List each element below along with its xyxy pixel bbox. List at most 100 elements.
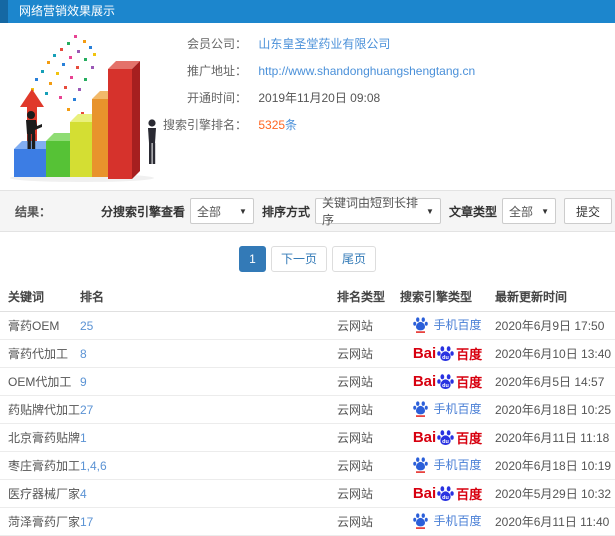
table-row: 膏药OEM 25 云网站 手机百度 Bai [0, 312, 615, 340]
table-header-row: 关键词 排名 排名类型 搜索引擎类型 最新更新时间 [0, 282, 615, 312]
mobile-baidu-logo: 手机百度 [413, 512, 482, 529]
bar-red [108, 61, 140, 179]
rank-type-cell: 云网站 [337, 459, 374, 473]
search-engine-cell: 手机百度 Bai du 百度 [400, 368, 495, 396]
open-time-label: 开通时间： [186, 91, 247, 105]
pagination: 1 下一页 尾页 [0, 246, 615, 272]
table-row: OEM代加工 9 云网站 手机百度 Bai [0, 368, 615, 396]
baidu-paw-icon: du [437, 430, 454, 445]
table-row: 北京膏药贴牌 1 云网站 手机百度 Bai [0, 424, 615, 452]
rank-link[interactable]: 8 [80, 347, 87, 361]
baidu-logo-suffix-text: 百度 [456, 487, 483, 502]
submit-button[interactable]: 提交 [563, 198, 612, 224]
baidu-logo-du-text: du [442, 355, 449, 361]
baidu-logo-suffix-text: 百度 [456, 375, 483, 390]
rank-type-cell: 云网站 [337, 403, 374, 417]
rank-link[interactable]: 4 [80, 487, 87, 501]
baidu-paw-icon [413, 512, 429, 529]
rank-link[interactable]: 1 [80, 431, 87, 445]
rank-link[interactable]: 17 [80, 515, 93, 529]
search-engine-cell: 手机百度 Bai du 百度 [400, 508, 495, 536]
keyword-cell: OEM代加工 [8, 375, 72, 389]
mobile-baidu-logo: 手机百度 [413, 400, 482, 417]
baidu-logo: Bai du 百度 [413, 372, 482, 391]
mobile-baidu-label: 手机百度 [433, 317, 482, 332]
sort-select[interactable]: 关键词由短到长排序 ▼ [314, 196, 441, 227]
rank-cell: 8 [80, 340, 337, 368]
rank-count-number: 5325 [258, 118, 286, 132]
page-titlebar: 网络营销效果展示 [0, 0, 615, 23]
keyword-cell: 膏药代加工 [8, 347, 69, 361]
member-company-label: 会员公司： [186, 37, 247, 51]
keyword-cell: 医疗器械厂家 [8, 487, 81, 501]
next-page-button[interactable]: 下一页 [270, 246, 327, 272]
rank-cell: 17 [80, 508, 337, 536]
search-engine-cell: 手机百度 Bai du 百度 [400, 480, 495, 508]
mobile-baidu-label: 手机百度 [433, 401, 482, 416]
article-type-label: 文章类型 [448, 204, 497, 219]
page-button-current[interactable]: 1 [238, 246, 266, 272]
rank-link[interactable]: 9 [80, 375, 87, 389]
rank-cell: 1 [80, 424, 337, 452]
open-time-value: 2019年11月20日 09:08 [258, 91, 381, 105]
updated-cell: 2020年6月10日 13:40 [495, 347, 612, 361]
mobile-baidu-label: 手机百度 [433, 513, 482, 528]
search-engine-cell: 手机百度 Bai du 百度 [400, 340, 495, 368]
col-header-engine-type: 搜索引擎类型 [400, 290, 473, 304]
rank-link[interactable]: 1,4,6 [80, 459, 107, 473]
rank-cell: 9 [80, 368, 337, 396]
keyword-cell: 药贴牌代加工 [8, 403, 81, 417]
rank-cell: 4 [80, 480, 337, 508]
rank-cell: 25 [80, 312, 337, 340]
search-engine-cell: 手机百度 Bai du 百度 [400, 452, 495, 480]
search-engine-cell: 手机百度 Bai du 百度 [400, 312, 495, 340]
rank-type-cell: 云网站 [337, 431, 374, 445]
engine-filter-select[interactable]: 全部 ▼ [189, 198, 254, 224]
engine-filter-selected-value: 全部 [196, 204, 221, 219]
member-company-link[interactable]: 山东皇圣堂药业有限公司 [258, 37, 390, 51]
rank-link[interactable]: 25 [80, 319, 93, 333]
baidu-logo-bai-text: Bai [412, 429, 437, 446]
rank-cell: 1,4,6 [80, 452, 337, 480]
table-row: 医疗器械厂家 4 云网站 手机百度 Bai [0, 480, 615, 508]
col-header-updated: 最新更新时间 [495, 290, 568, 304]
chevron-down-icon: ▼ [426, 206, 434, 216]
confetti-dots [31, 35, 96, 123]
member-info-section: 会员公司： 山东皇圣堂药业有限公司 推广地址： http://www.shand… [0, 23, 615, 190]
article-type-select[interactable]: 全部 ▼ [501, 198, 556, 224]
filter-controls: 分搜索引擎查看 全部 ▼ 排序方式 关键词由短到长排序 ▼ 文章类型 全部 ▼ … [93, 196, 612, 227]
member-info-rows: 会员公司： 山东皇圣堂药业有限公司 推广地址： http://www.shand… [142, 31, 475, 139]
member-company-row: 会员公司： 山东皇圣堂药业有限公司 [142, 31, 475, 58]
updated-cell: 2020年6月11日 11:18 [495, 431, 610, 445]
engine-filter-label: 分搜索引擎查看 [100, 204, 185, 219]
baidu-logo-bai-text: Bai [412, 485, 437, 502]
filter-bar: 结果： 分搜索引擎查看 全部 ▼ 排序方式 关键词由短到长排序 ▼ 文章类型 全… [0, 190, 615, 232]
rank-link[interactable]: 27 [80, 403, 93, 417]
mobile-baidu-logo: 手机百度 [413, 456, 482, 473]
rank-type-cell: 云网站 [337, 319, 374, 333]
sort-selected-value: 关键词由短到长排序 [321, 196, 418, 227]
promo-url-link[interactable]: http://www.shandonghuangshengtang.cn [258, 64, 475, 78]
baidu-paw-icon [413, 456, 429, 473]
table-row: 膏药代加工 8 云网站 手机百度 Bai [0, 340, 615, 368]
keyword-cell: 枣庄膏药加工 [8, 459, 81, 473]
article-type-selected-value: 全部 [508, 204, 533, 219]
baidu-logo: Bai du 百度 [413, 428, 482, 447]
baidu-paw-icon [413, 400, 429, 417]
chevron-down-icon: ▼ [239, 206, 247, 216]
sort-label: 排序方式 [261, 204, 310, 219]
baidu-logo-du-text: du [442, 439, 449, 445]
baidu-paw-icon: du [437, 374, 454, 389]
last-page-button[interactable]: 尾页 [332, 246, 377, 272]
promo-url-row: 推广地址： http://www.shandonghuangshengtang.… [142, 58, 475, 85]
updated-cell: 2020年6月11日 11:40 [495, 515, 610, 529]
keyword-cell: 菏泽膏药厂家 [8, 515, 81, 529]
col-header-rank: 排名 [80, 290, 105, 304]
baidu-logo-suffix-text: 百度 [456, 347, 483, 362]
baidu-paw-icon [413, 316, 429, 333]
table-row: 枣庄膏药加工 1,4,6 云网站 手机百度 Bai [0, 452, 615, 480]
baidu-logo: Bai du 百度 [413, 484, 482, 503]
rank-type-cell: 云网站 [337, 487, 374, 501]
results-table: 关键词 排名 排名类型 搜索引擎类型 最新更新时间 膏药OEM 25 云网站 手… [0, 282, 615, 536]
table-row: 药贴牌代加工 27 云网站 手机百度 Bai [0, 396, 615, 424]
